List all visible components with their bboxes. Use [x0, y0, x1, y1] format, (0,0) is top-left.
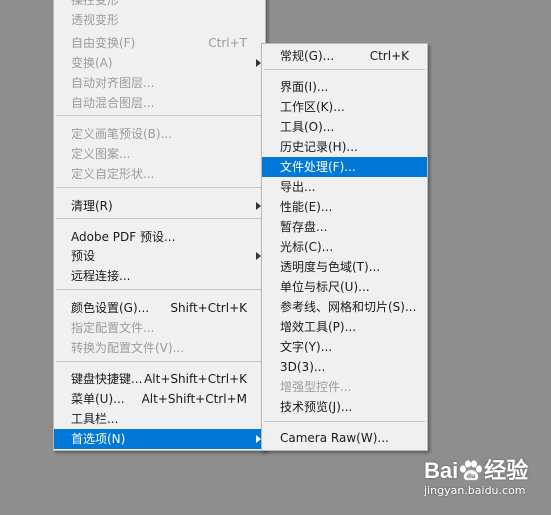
menu-item-define-brush-preset[interactable]: 定义画笔预设(B)... [54, 124, 265, 144]
menu-item-toolbar[interactable]: 工具栏... [54, 409, 265, 429]
menu-item-remote-connections[interactable]: 远程连接... [54, 266, 265, 286]
menu-item-guides-grid-slices[interactable]: 参考线、网格和切片(S)... [262, 297, 427, 317]
shortcut-menus: Alt+Shift+Ctrl+M [141, 392, 247, 406]
menu-item-3d[interactable]: 3D(3)... [262, 357, 427, 377]
menu-separator [56, 187, 263, 188]
menu-item-tools[interactable]: 工具(O)... [262, 117, 427, 137]
shortcut-free-transform: Ctrl+T [208, 36, 247, 50]
watermark-logo-left: Bai [424, 458, 459, 483]
menu-item-color-settings[interactable]: 颜色设置(G)... Shift+Ctrl+K [54, 298, 265, 318]
menu-item-workspace[interactable]: 工作区(K)... [262, 97, 427, 117]
menu-item-units-rulers[interactable]: 单位与标尺(U)... [262, 277, 427, 297]
menu-item-plugins[interactable]: 增效工具(P)... [262, 317, 427, 337]
menu-item-adobe-pdf-presets[interactable]: Adobe PDF 预设... [54, 227, 265, 247]
menu-item-preferences[interactable]: 首选项(N) [54, 429, 265, 449]
menu-item-convert-to-profile[interactable]: 转换为配置文件(V)... [54, 338, 265, 358]
menu-item-export[interactable]: 导出... [262, 177, 427, 197]
shortcut-general: Ctrl+K [369, 49, 409, 63]
menu-item-interface[interactable]: 界面(I)... [262, 77, 427, 97]
shortcut-keyboard-shortcuts: Alt+Shift+Ctrl+K [144, 372, 247, 386]
menu-item-assign-profile[interactable]: 指定配置文件... [54, 318, 265, 338]
menu-item-keyboard-shortcuts[interactable]: 键盘快捷键... Alt+Shift+Ctrl+K [54, 369, 265, 389]
menu-item-cursors[interactable]: 光标(C)... [262, 237, 427, 257]
menu-item-transform[interactable]: 变换(A) [54, 53, 265, 73]
watermark-url: jingyan.baidu.com [424, 484, 526, 497]
menu-item-auto-blend-layers[interactable]: 自动混合图层... [54, 93, 265, 113]
menu-separator [56, 361, 263, 362]
menu-item-camera-raw[interactable]: Camera Raw(W)... [262, 428, 427, 448]
menu-item-general[interactable]: 常规(G)... Ctrl+K [262, 46, 427, 66]
menu-item-puppet-warp[interactable]: 操控变形 [54, 0, 265, 10]
menu-item-file-handling[interactable]: 文件处理(F)... [262, 157, 427, 177]
menu-item-technology-previews[interactable]: 技术预览(J)... [262, 397, 427, 417]
menu-item-free-transform[interactable]: 自由变换(F) Ctrl+T [54, 33, 265, 53]
menu-item-type[interactable]: 文字(Y)... [262, 337, 427, 357]
menu-item-perspective-warp[interactable]: 透视变形 [54, 10, 265, 30]
menu-item-scratch-disks[interactable]: 暂存盘... [262, 217, 427, 237]
menu-item-enhanced-controls[interactable]: 增强型控件... [262, 377, 427, 397]
watermark-logo-right: 经验 [484, 458, 529, 483]
menu-item-auto-align-layers[interactable]: 自动对齐图层... [54, 73, 265, 93]
preferences-submenu: 常规(G)... Ctrl+K 界面(I)... 工作区(K)... 工具(O).… [261, 43, 428, 451]
menu-item-define-custom-shape[interactable]: 定义自定形状... [54, 164, 265, 184]
svg-text:du: du [467, 473, 476, 480]
menu-separator [56, 218, 263, 219]
edit-menu: 操控变形 透视变形 自由变换(F) Ctrl+T 变换(A) 自动对齐图层... … [53, 0, 266, 451]
baidu-jingyan-watermark: Bai du 经验 [424, 453, 528, 485]
menu-separator [56, 115, 263, 116]
shortcut-color-settings: Shift+Ctrl+K [170, 301, 247, 315]
menu-item-performance[interactable]: 性能(E)... [262, 197, 427, 217]
menu-separator [56, 289, 263, 290]
menu-separator [264, 421, 425, 422]
baidu-paw-icon: du [460, 460, 483, 481]
menu-item-transparency-gamut[interactable]: 透明度与色域(T)... [262, 257, 427, 277]
menu-separator [264, 69, 425, 70]
menu-item-presets[interactable]: 预设 [54, 246, 265, 266]
menu-item-history-log[interactable]: 历史记录(H)... [262, 137, 427, 157]
menu-item-define-pattern[interactable]: 定义图案... [54, 144, 265, 164]
menu-item-purge[interactable]: 清理(R) [54, 196, 265, 216]
menu-item-menus[interactable]: 菜单(U)... Alt+Shift+Ctrl+M [54, 389, 265, 409]
